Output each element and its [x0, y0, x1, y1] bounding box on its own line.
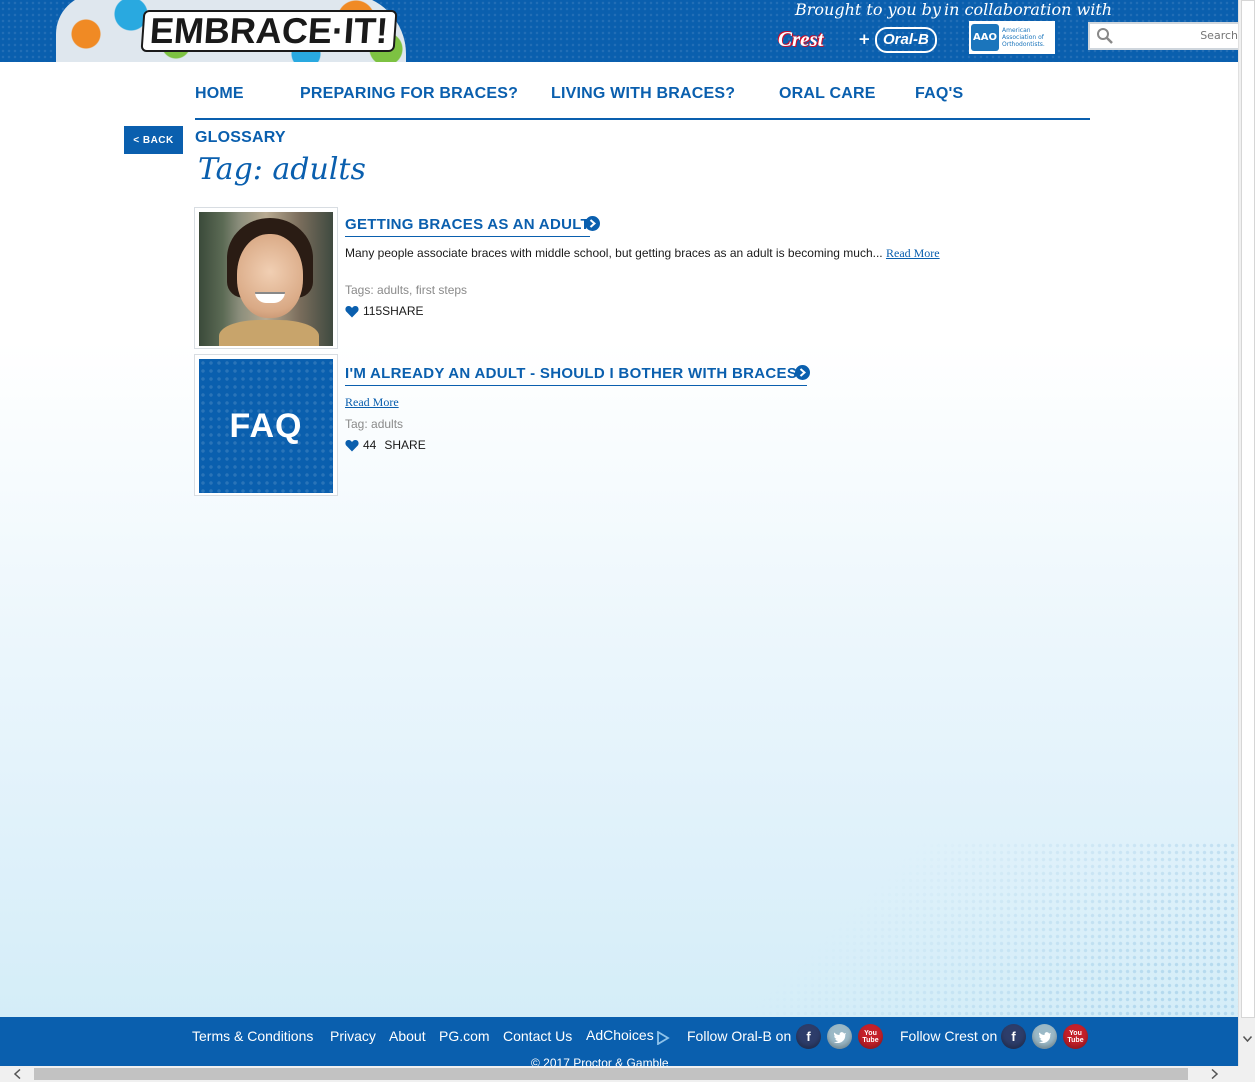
article-excerpt: Many people associate braces with middle…: [345, 246, 957, 261]
share-button[interactable]: SHARE: [382, 304, 423, 318]
follow-oralb-label: Follow Oral-B on: [687, 1028, 792, 1044]
horizontal-scrollbar[interactable]: [0, 1066, 1238, 1082]
nav-faqs[interactable]: FAQ'S: [915, 85, 963, 103]
oralb-twitter-icon[interactable]: [827, 1024, 852, 1049]
scroll-right-icon[interactable]: [1211, 1069, 1218, 1079]
arrow-right-icon[interactable]: [795, 365, 810, 380]
nav-home[interactable]: HOME: [195, 85, 244, 103]
share-button[interactable]: SHARE: [384, 438, 425, 452]
horizontal-scroll-thumb[interactable]: [34, 1068, 1188, 1080]
footer-contact-link[interactable]: Contact Us: [503, 1028, 572, 1044]
heart-icon[interactable]: [345, 439, 359, 452]
aao-mark: AAO: [971, 24, 999, 51]
like-count: 44: [363, 438, 377, 452]
vertical-scrollbar[interactable]: [1238, 0, 1255, 1066]
crest-logo[interactable]: Crest: [772, 28, 830, 50]
like-count: 115: [363, 304, 383, 318]
brand-plus: +: [858, 30, 871, 48]
nav-glossary[interactable]: GLOSSARY: [195, 129, 286, 147]
excerpt-text: Many people associate braces with middle…: [345, 246, 883, 260]
read-more-link[interactable]: Read More: [886, 246, 940, 260]
nav-preparing-for-braces[interactable]: PREPARING FOR BRACES?: [300, 85, 518, 103]
scroll-left-icon[interactable]: [14, 1069, 21, 1079]
footer-pg-link[interactable]: PG.com: [439, 1028, 490, 1044]
aao-logo[interactable]: AAO American Association of Orthodontist…: [969, 21, 1055, 54]
page-background: [0, 62, 1238, 1080]
in-collaboration-with: in collaboration with: [944, 0, 1113, 19]
footer-about-link[interactable]: About: [389, 1028, 426, 1044]
back-button[interactable]: < BACK: [124, 126, 183, 154]
article-title[interactable]: I'M ALREADY AN ADULT - SHOULD I BOTHER W…: [345, 365, 807, 386]
follow-crest-label: Follow Crest on: [900, 1028, 998, 1044]
read-more-link[interactable]: Read More: [345, 395, 399, 410]
article-social: 115 SHARE: [345, 303, 423, 319]
footer-adchoices-link[interactable]: AdChoices: [586, 1027, 654, 1043]
site-logo[interactable]: EMBRACE·IT!: [140, 10, 398, 52]
footer-privacy-link[interactable]: Privacy: [330, 1028, 376, 1044]
faq-thumbnail: FAQ: [199, 359, 333, 493]
oralb-facebook-icon[interactable]: f: [796, 1024, 821, 1049]
crest-facebook-icon[interactable]: f: [1001, 1024, 1026, 1049]
heart-icon[interactable]: [345, 305, 359, 318]
article-thumbnail[interactable]: FAQ: [194, 354, 338, 496]
vertical-scroll-thumb[interactable]: [1241, 0, 1255, 1018]
search-icon[interactable]: [1096, 27, 1114, 45]
arrow-right-icon[interactable]: [585, 216, 600, 231]
oral-b-logo[interactable]: Oral-B: [875, 27, 937, 53]
article-social: 44 SHARE: [345, 437, 426, 453]
nav-living-with-braces[interactable]: LIVING WITH BRACES?: [551, 85, 735, 103]
adchoices-icon[interactable]: [656, 1031, 670, 1045]
aao-text: American Association of Orthodontists.: [1002, 27, 1045, 48]
article-thumbnail[interactable]: [194, 207, 338, 349]
site-footer: Terms & Conditions Privacy About PG.com …: [0, 1017, 1238, 1066]
article-title[interactable]: GETTING BRACES AS AN ADULT: [345, 216, 591, 237]
photo-face: [237, 234, 303, 318]
page-title: Tag: adults: [198, 152, 366, 187]
article-photo: [199, 212, 333, 346]
main-nav: HOME PREPARING FOR BRACES? LIVING WITH B…: [195, 80, 1090, 120]
search-box[interactable]: [1088, 22, 1238, 50]
photo-shirt: [219, 320, 319, 346]
nav-oral-care[interactable]: ORAL CARE: [779, 85, 876, 103]
article-tags[interactable]: Tags: adults, first steps: [345, 283, 467, 297]
oralb-youtube-icon[interactable]: You Tube: [858, 1024, 883, 1049]
brought-to-you-by: Brought to you by: [795, 0, 941, 19]
site-header: EMBRACE·IT! Brought to you by in collabo…: [0, 0, 1238, 62]
article-tags[interactable]: Tag: adults: [345, 417, 403, 431]
crest-twitter-icon[interactable]: [1032, 1024, 1057, 1049]
footer-terms-link[interactable]: Terms & Conditions: [192, 1028, 313, 1044]
scrollbar-corner: [1238, 1066, 1255, 1082]
scroll-down-icon[interactable]: [1243, 1036, 1252, 1042]
search-input[interactable]: [1116, 26, 1238, 44]
copyright: © 2017 Proctor & Gamble: [531, 1056, 669, 1066]
crest-youtube-icon[interactable]: You Tube: [1063, 1024, 1088, 1049]
